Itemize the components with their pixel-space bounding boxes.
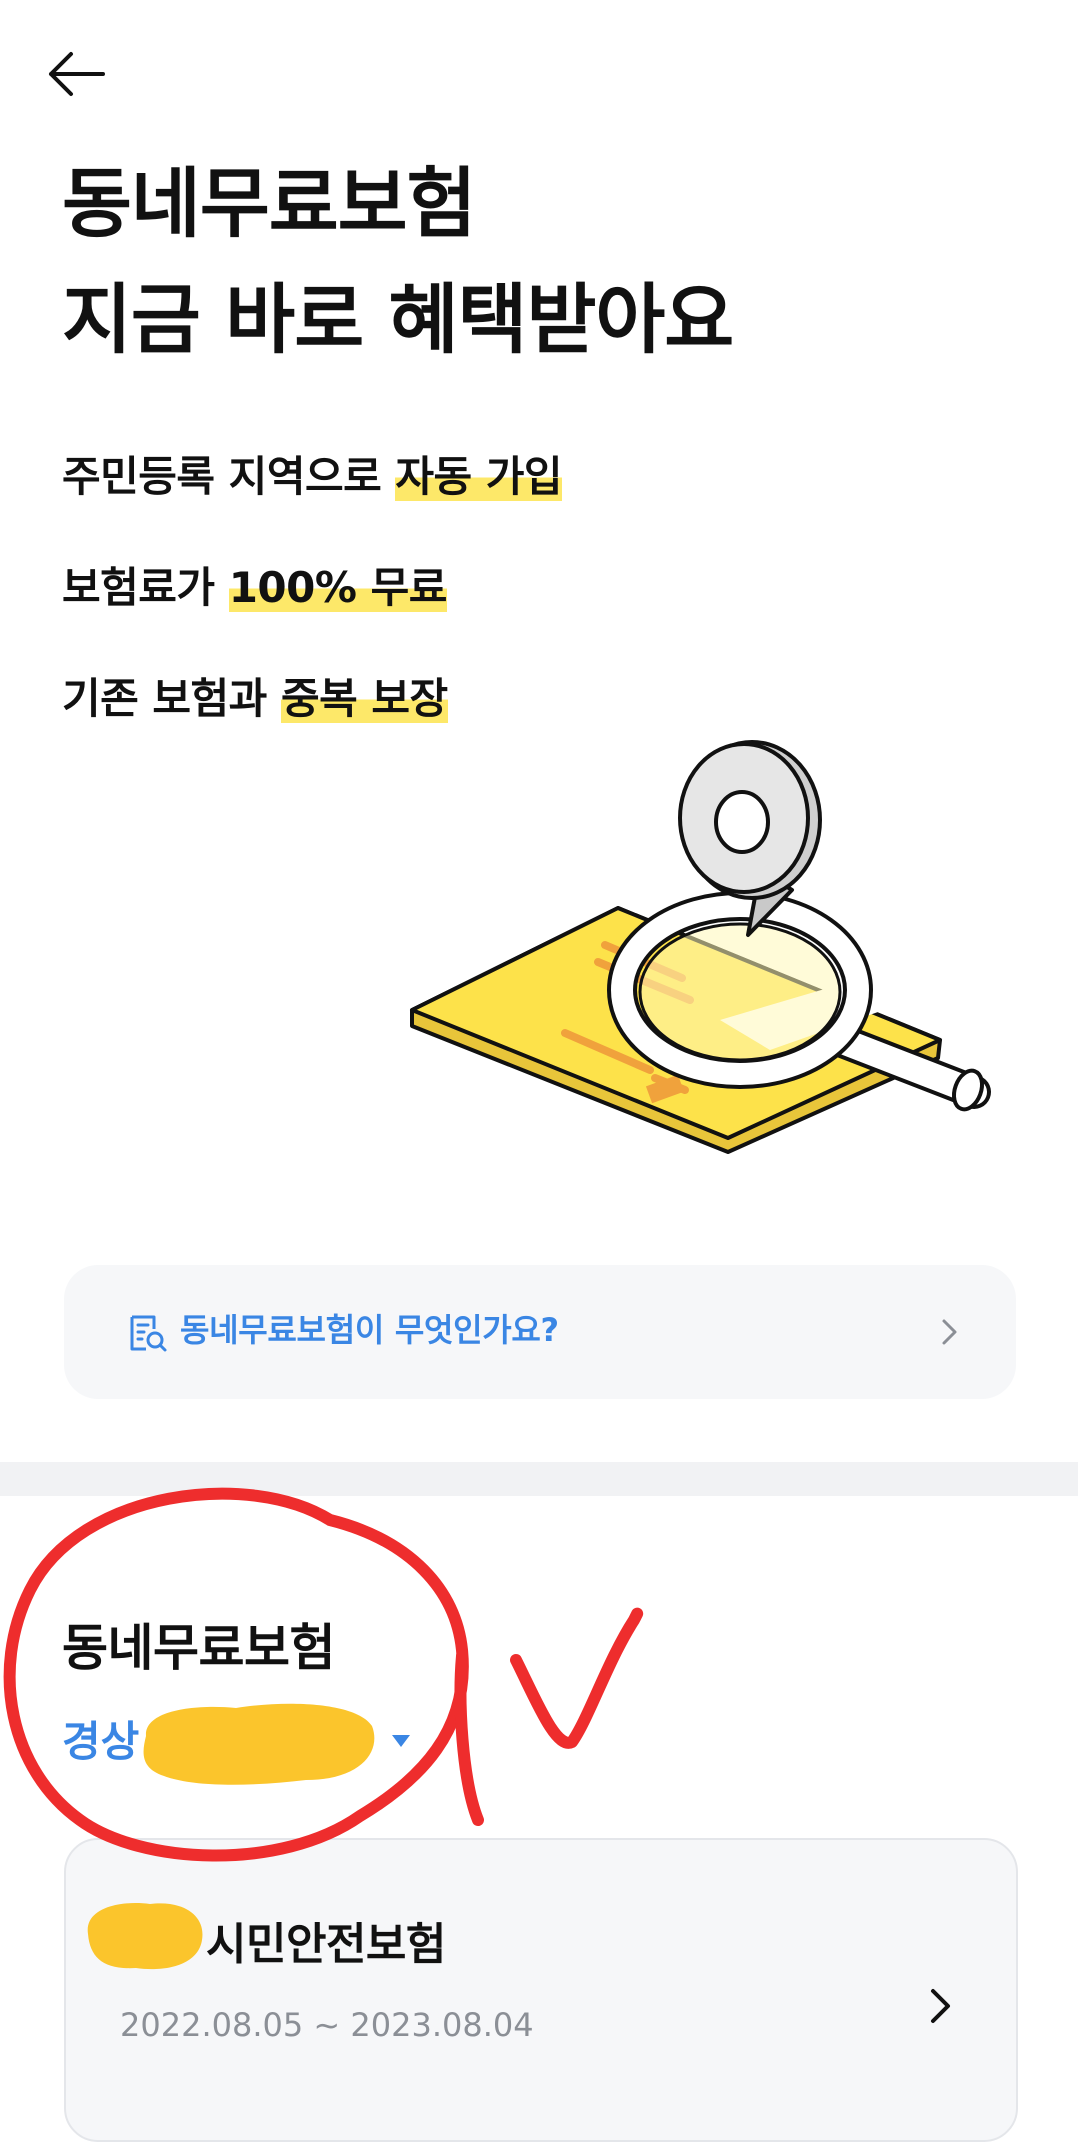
benefit-text: 보험료가 bbox=[62, 563, 229, 612]
page-title: 동네무료보험 지금 바로 혜택받아요 bbox=[62, 146, 734, 378]
document-search-icon bbox=[130, 1315, 167, 1352]
card-magnifier-illustration bbox=[410, 740, 991, 1154]
chevron-right-icon bbox=[931, 1989, 950, 2023]
what-is-insurance-label: 동네무료보험이 무엇인가요? bbox=[180, 1311, 559, 1349]
benefit-highlight: 중복 보장 bbox=[280, 674, 448, 723]
caret-down-icon bbox=[392, 1735, 410, 1747]
benefit-item-free-premium: 보험료가 100% 무료 bbox=[62, 561, 562, 615]
benefit-list: 주민등록 지역으로 자동 가입 보험료가 100% 무료 기존 보험과 중복 보… bbox=[62, 450, 563, 783]
benefit-highlight: 100% 무료 bbox=[228, 563, 447, 612]
benefit-item-duplicate-coverage: 기존 보험과 중복 보장 bbox=[62, 672, 562, 726]
page-title-line-1: 동네무료보험 bbox=[62, 159, 477, 248]
policy-card[interactable]: 시민안전보험 2022.08.05 ~ 2023.08.04 bbox=[64, 1838, 1018, 2142]
benefit-highlight: 자동 가입 bbox=[395, 452, 563, 501]
back-button[interactable] bbox=[40, 44, 112, 104]
benefit-text: 주민등록 지역으로 bbox=[62, 452, 396, 501]
policy-name: 시민안전보험 bbox=[206, 1919, 446, 1970]
section-divider bbox=[0, 1462, 1078, 1496]
policy-period: 2022.08.05 ~ 2023.08.04 bbox=[120, 2006, 534, 2044]
arrow-left-icon bbox=[49, 52, 105, 96]
benefit-text: 기존 보험과 bbox=[62, 674, 281, 723]
region-label: 경상 bbox=[62, 1717, 140, 1766]
page-title-line-2: 지금 바로 혜택받아요 bbox=[62, 275, 734, 364]
benefit-item-auto-enroll: 주민등록 지역으로 자동 가입 bbox=[62, 450, 563, 504]
section-title: 동네무료보험 bbox=[62, 1619, 336, 1677]
what-is-insurance-link[interactable]: 동네무료보험이 무엇인가요? bbox=[64, 1265, 1016, 1399]
chevron-right-icon bbox=[942, 1319, 957, 1345]
region-selector[interactable]: 경상 bbox=[62, 1702, 432, 1782]
red-annotation-circle-and-check bbox=[3, 1487, 644, 1862]
